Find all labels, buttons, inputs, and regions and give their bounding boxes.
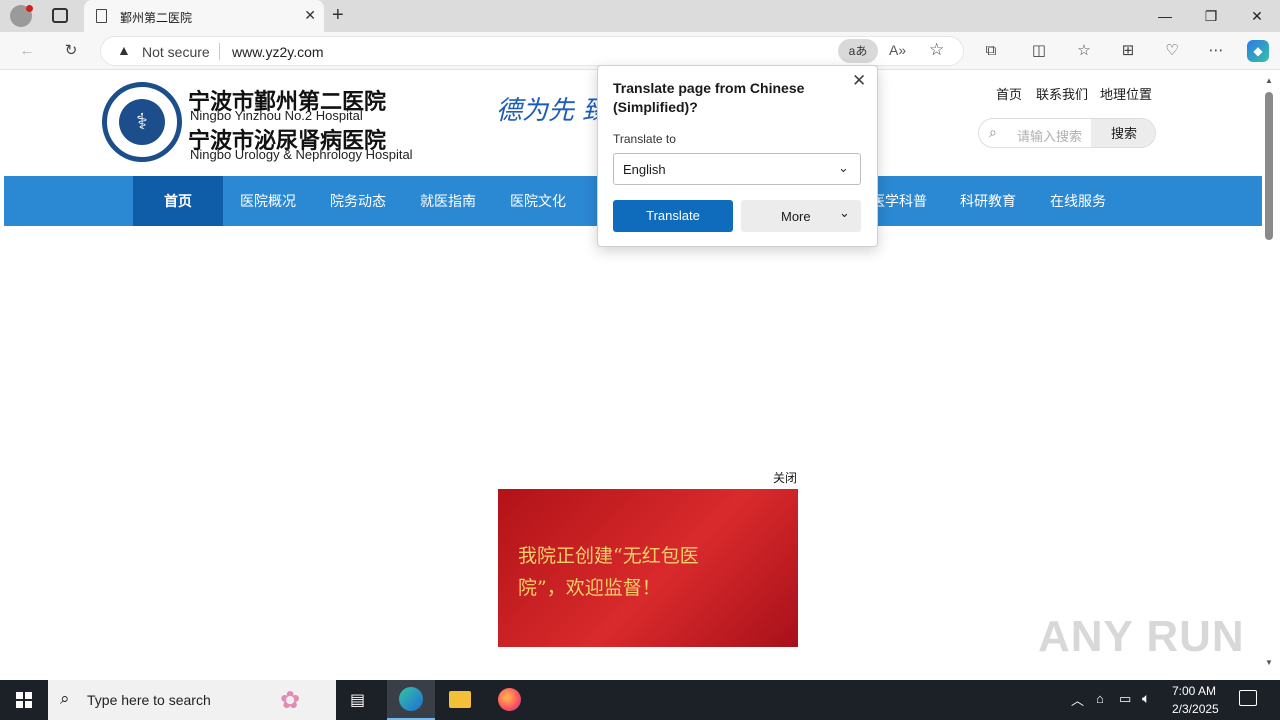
translate-icon[interactable]: aあ [838, 39, 878, 63]
address-bar[interactable]: ▲ Not secure www.yz2y.com aあ A» ☆ [100, 36, 964, 66]
notifications-icon[interactable] [1239, 690, 1257, 706]
network-icon[interactable]: ▭ [1119, 691, 1131, 707]
nav-culture[interactable]: 医院文化 [493, 176, 583, 226]
translate-popup: ✕ Translate page from Chinese (Simplifie… [597, 65, 878, 247]
extensions-icon[interactable]: ⧉ [980, 40, 1002, 62]
tab-title: 鄞州第二医院 [120, 11, 193, 25]
ad-text-line-1: 我院正创建“无红包医 [518, 545, 699, 567]
show-hidden-icons[interactable]: ︿ [1071, 690, 1084, 709]
taskbar-search-placeholder: Type here to search [87, 692, 211, 708]
favorite-star-icon[interactable]: ☆ [929, 40, 944, 60]
tab-actions-icon[interactable] [52, 8, 68, 23]
page-scrollbar[interactable]: ▲ ▼ [1262, 72, 1276, 676]
nav-home[interactable]: 首页 [133, 176, 223, 226]
scroll-up-icon[interactable]: ▲ [1265, 76, 1273, 85]
warning-icon[interactable]: ▲ [117, 42, 131, 58]
more-menu-icon[interactable]: ⋯ [1205, 40, 1227, 62]
hospital-logo[interactable]: ⚕ [102, 82, 182, 162]
profile-icon[interactable] [10, 5, 33, 27]
ad-close-link[interactable]: 关闭 [773, 469, 797, 486]
more-label: More [781, 209, 811, 224]
nav-research[interactable]: 科研教育 [943, 176, 1033, 226]
security-label[interactable]: Not secure [142, 44, 210, 60]
calligraphy-slogan: 德为先 臻 [496, 96, 609, 126]
top-link-contact[interactable]: 联系我们 [1036, 84, 1088, 103]
nav-guide[interactable]: 就医指南 [403, 176, 493, 226]
more-chevron-icon: ⌄ [839, 205, 850, 220]
popup-title-2: (Simplified)? [613, 99, 698, 115]
split-screen-icon[interactable]: ◫ [1028, 40, 1050, 62]
minimize-icon[interactable]: — [1142, 0, 1188, 32]
read-aloud-icon[interactable]: A» [889, 42, 906, 58]
translate-to-label: Translate to [613, 132, 676, 146]
site-search-box: ⌕ 请输入搜索 搜索 [978, 118, 1156, 148]
window-close-icon[interactable]: ✕ [1234, 0, 1280, 32]
refresh-icon[interactable]: ↻ [60, 40, 82, 62]
windows-taskbar: ⌕ Type here to search ✿ ▤ ︿ ⌂ ▭ 🔈︎ 7:00 … [0, 680, 1280, 720]
clock-date[interactable]: 2/3/2025 [1172, 702, 1219, 716]
scroll-down-icon[interactable]: ▼ [1265, 658, 1273, 667]
language-select[interactable]: English ⌄ [613, 153, 861, 185]
performance-icon[interactable]: ♡ [1161, 40, 1183, 62]
popup-title-1: Translate page from Chinese [613, 80, 805, 96]
url-text[interactable]: www.yz2y.com [232, 44, 324, 60]
chevron-down-icon: ⌄ [838, 160, 849, 175]
nav-online-service[interactable]: 在线服务 [1033, 176, 1123, 226]
ad-text-line-2: 院”，欢迎监督！ [518, 577, 661, 599]
site-search-input[interactable]: 请输入搜索 [1017, 126, 1087, 145]
more-button[interactable]: More ⌄ [741, 200, 861, 232]
nav-news[interactable]: 院务动态 [313, 176, 403, 226]
firefox-icon[interactable] [498, 688, 521, 711]
copilot-icon[interactable]: ◆ [1247, 40, 1269, 62]
collections-icon[interactable]: ⊞ [1117, 40, 1139, 62]
taskbar-search-icon: ⌕ [60, 689, 70, 708]
top-link-home[interactable]: 首页 [996, 84, 1022, 103]
clock-time[interactable]: 7:00 AM [1172, 684, 1216, 698]
file-explorer-icon[interactable] [449, 691, 471, 708]
edge-taskbar-icon[interactable] [387, 680, 435, 720]
close-tab-icon[interactable]: ✕ [304, 7, 316, 24]
language-value: English [623, 162, 666, 177]
page-icon [96, 9, 107, 23]
search-icon: ⌕ [989, 124, 997, 140]
translate-button[interactable]: Translate [613, 200, 733, 232]
restore-icon[interactable]: ❐ [1188, 0, 1234, 32]
start-icon[interactable] [16, 692, 32, 708]
hospital-name-en: Ningbo Yinzhou No.2 Hospital [190, 108, 363, 123]
popup-close-icon[interactable]: ✕ [852, 71, 866, 91]
favorites-icon[interactable]: ☆ [1073, 40, 1095, 62]
meet-now-icon[interactable]: ⌂ [1096, 691, 1104, 706]
volume-icon[interactable]: 🔈︎ [1142, 690, 1150, 707]
popup-ad-banner[interactable]: 我院正创建“无红包医 院”，欢迎监督！ [498, 489, 798, 647]
hospital-name-en-2: Ningbo Urology & Nephrology Hospital [190, 147, 413, 162]
lotus-icon: ✿ [280, 687, 301, 714]
anyrun-watermark: ANY RUN [1038, 612, 1245, 661]
back-icon[interactable]: ← [16, 40, 38, 62]
new-tab-icon[interactable]: + [332, 4, 344, 27]
scroll-thumb[interactable] [1265, 92, 1273, 240]
top-link-location[interactable]: 地理位置 [1100, 84, 1152, 103]
site-search-button[interactable]: 搜索 [1091, 119, 1155, 147]
tab-strip: 鄞州第二医院 ✕ + — ❐ ✕ [0, 0, 1280, 32]
browser-tab-active[interactable]: 鄞州第二医院 ✕ [84, 0, 324, 32]
task-view-icon[interactable]: ▤ [350, 690, 365, 710]
taskbar-search-box[interactable]: ⌕ Type here to search ✿ [48, 680, 336, 720]
nav-overview[interactable]: 医院概况 [223, 176, 313, 226]
